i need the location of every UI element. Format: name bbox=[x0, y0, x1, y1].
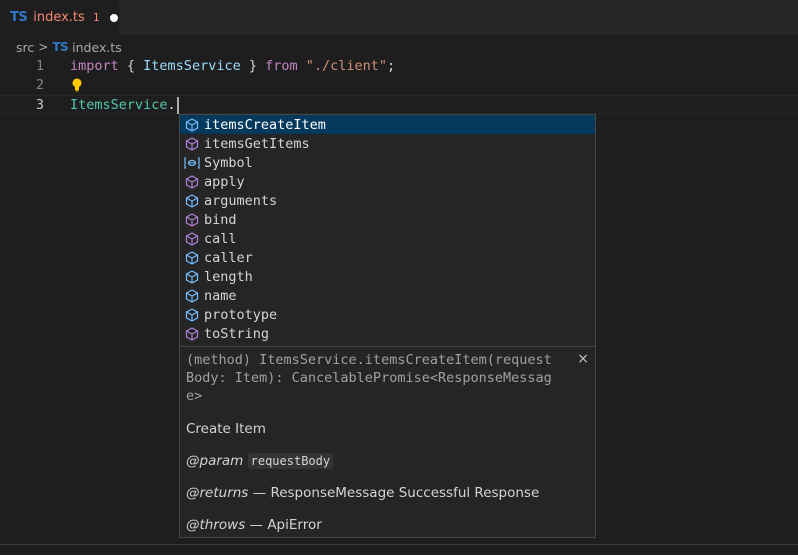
divider bbox=[180, 346, 595, 347]
chevron-right-icon: > bbox=[38, 40, 49, 54]
method-icon bbox=[184, 174, 200, 190]
suggest-item[interactable]: call bbox=[180, 229, 595, 248]
param-tag: @param bbox=[186, 453, 244, 469]
suggest-item-label: toString bbox=[204, 325, 270, 342]
unsaved-dot-icon[interactable] bbox=[109, 13, 118, 22]
token: ItemsService bbox=[143, 58, 241, 74]
field-icon bbox=[184, 288, 200, 304]
breadcrumb: src > TS index.ts bbox=[16, 38, 122, 56]
method-icon bbox=[184, 117, 200, 133]
line-code: import { ItemsService } from "./client"; bbox=[70, 57, 395, 76]
line-number: 3 bbox=[35, 97, 44, 113]
field-icon bbox=[184, 269, 200, 285]
tab-label: index.ts bbox=[33, 10, 85, 25]
typescript-file-icon: TS bbox=[10, 10, 28, 25]
throws-text: — ApiError bbox=[245, 517, 322, 533]
suggest-item[interactable]: bind bbox=[180, 210, 595, 229]
doc-param: @param requestBody bbox=[186, 453, 334, 469]
token: from bbox=[265, 58, 298, 74]
code-line: 1 import { ItemsService } from "./client… bbox=[0, 57, 798, 76]
token: import bbox=[70, 58, 119, 74]
token: ItemsService bbox=[70, 97, 168, 113]
variable-icon bbox=[184, 155, 200, 171]
token: "./client" bbox=[305, 58, 388, 74]
throws-tag: @throws bbox=[186, 517, 246, 533]
signature-text: (method) ItemsService.itemsCreateItem(re… bbox=[186, 352, 552, 404]
suggest-item[interactable]: Symbol bbox=[180, 153, 595, 172]
doc-returns: @returns — ResponseMessage Successful Re… bbox=[186, 485, 539, 501]
suggest-item-label: apply bbox=[204, 173, 245, 190]
returns-tag: @returns bbox=[186, 485, 249, 501]
field-icon bbox=[184, 193, 200, 209]
suggest-widget: itemsCreateItem itemsGetItems Symbol apply a… bbox=[179, 114, 596, 538]
line-code: ItemsService. bbox=[70, 96, 179, 115]
suggest-item-label: call bbox=[204, 230, 237, 247]
suggest-item-label: caller bbox=[204, 249, 253, 266]
line-number: 2 bbox=[35, 77, 44, 93]
suggest-item-label: itemsCreateItem bbox=[204, 116, 326, 133]
code-line: 2 bbox=[0, 76, 798, 95]
token: ; bbox=[387, 58, 396, 74]
returns-text: — ResponseMessage Successful Response bbox=[248, 485, 540, 501]
field-icon bbox=[184, 307, 200, 323]
suggest-item-label: prototype bbox=[204, 306, 278, 323]
suggest-item[interactable]: length bbox=[180, 267, 595, 286]
code-line-current: 3 ItemsService. bbox=[0, 95, 798, 114]
breadcrumb-folder[interactable]: src bbox=[16, 40, 34, 55]
text-cursor bbox=[176, 96, 179, 114]
suggest-item-label: name bbox=[204, 287, 237, 304]
close-icon[interactable]: × bbox=[577, 351, 589, 367]
typescript-file-icon: TS bbox=[52, 40, 69, 54]
token: } bbox=[240, 58, 266, 74]
tab-bar: TS index.ts 1 bbox=[0, 0, 798, 35]
suggest-item[interactable]: name bbox=[180, 286, 595, 305]
suggest-list: itemsCreateItem itemsGetItems Symbol apply a… bbox=[180, 115, 595, 343]
suggest-item[interactable]: arguments bbox=[180, 191, 595, 210]
method-icon bbox=[184, 231, 200, 247]
token: { bbox=[118, 58, 144, 74]
problem-count-badge: 1 bbox=[92, 11, 100, 24]
tab-index-ts[interactable]: TS index.ts 1 bbox=[0, 0, 119, 35]
lightbulb-icon[interactable] bbox=[72, 78, 82, 92]
method-icon bbox=[184, 136, 200, 152]
suggest-item[interactable]: itemsGetItems bbox=[180, 134, 595, 153]
suggest-item-label: itemsGetItems bbox=[204, 135, 310, 152]
method-icon bbox=[184, 326, 200, 342]
param-name: requestBody bbox=[247, 453, 334, 469]
suggest-item[interactable]: caller bbox=[180, 248, 595, 267]
suggest-item[interactable]: prototype bbox=[180, 305, 595, 324]
suggest-item-label: Symbol bbox=[204, 154, 253, 171]
breadcrumb-file[interactable]: index.ts bbox=[72, 40, 122, 55]
panel-border bbox=[0, 544, 798, 545]
suggest-item-label: bind bbox=[204, 211, 237, 228]
field-icon bbox=[184, 250, 200, 266]
suggest-item[interactable]: itemsCreateItem bbox=[180, 115, 595, 134]
suggest-item-label: length bbox=[204, 268, 253, 285]
token: . bbox=[167, 97, 176, 113]
suggest-item[interactable]: apply bbox=[180, 172, 595, 191]
suggest-item-label: arguments bbox=[204, 192, 278, 209]
line-number: 1 bbox=[35, 58, 44, 74]
method-icon bbox=[184, 212, 200, 228]
suggest-item[interactable]: toString bbox=[180, 324, 595, 343]
doc-description: Create Item bbox=[186, 421, 266, 437]
doc-throws: @throws — ApiError bbox=[186, 517, 322, 533]
